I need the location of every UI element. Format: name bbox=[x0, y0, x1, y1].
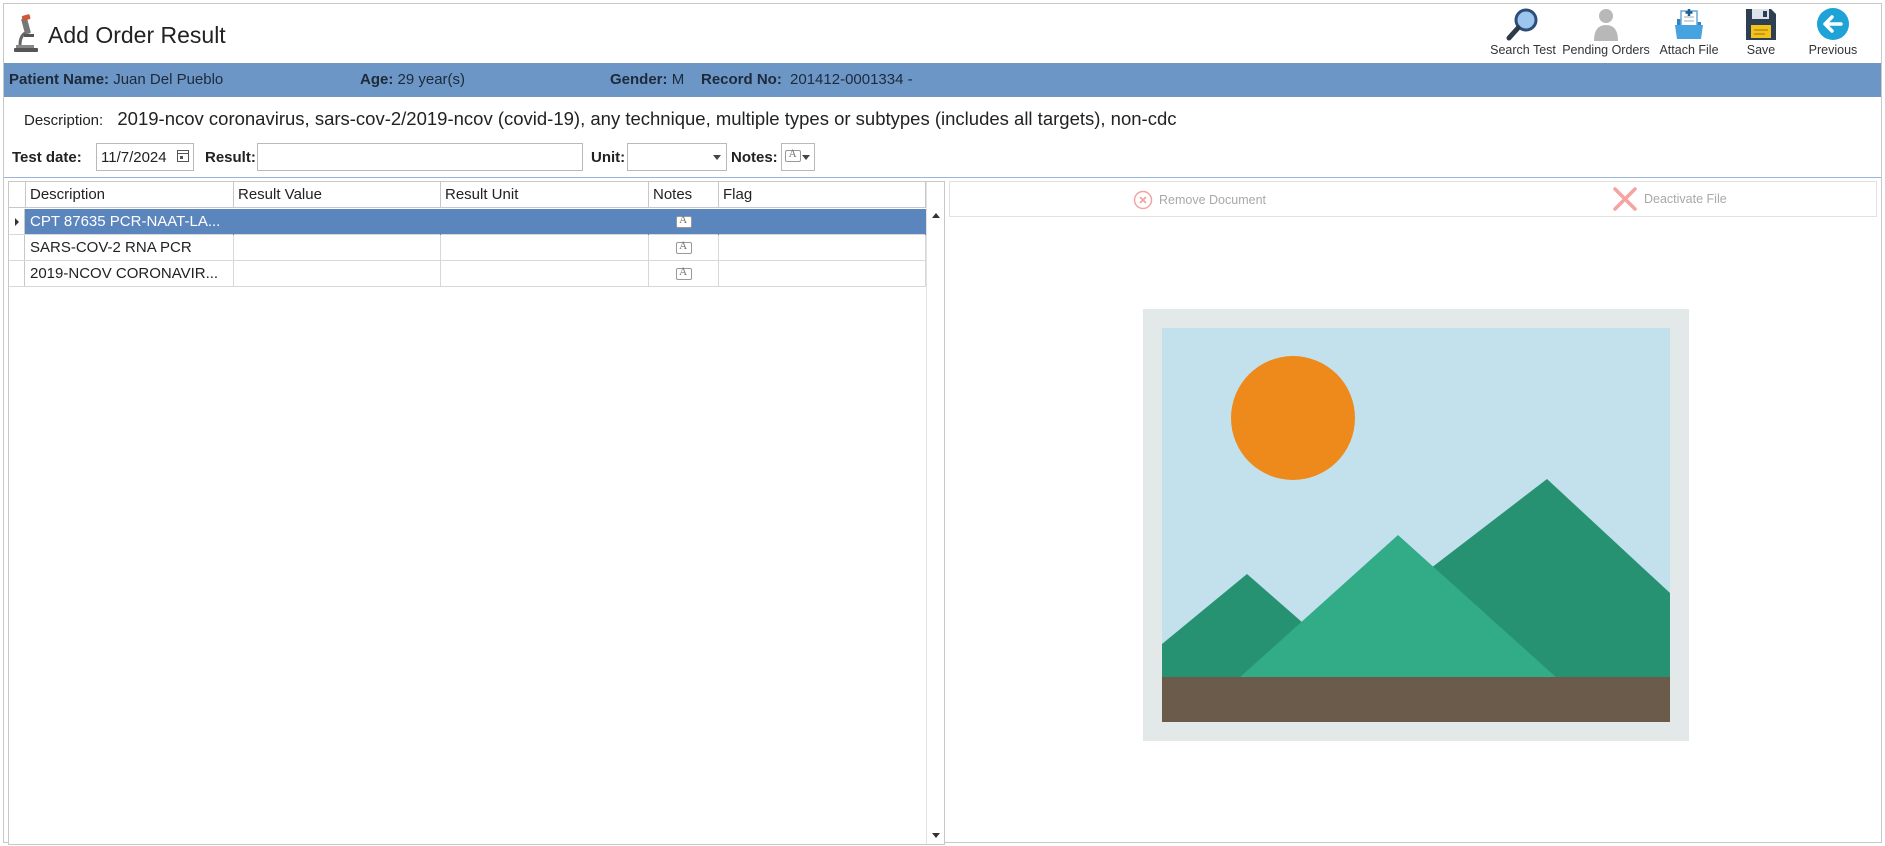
patient-record-value: 201412-0001334 - bbox=[790, 71, 913, 88]
search-test-label: Search Test bbox=[1490, 43, 1556, 57]
page-title: Add Order Result bbox=[48, 22, 226, 48]
deactivate-file-button[interactable]: Deactivate File bbox=[1612, 186, 1727, 212]
notes-icon bbox=[785, 149, 801, 162]
row-indicator bbox=[9, 261, 25, 286]
patient-name-value: Juan Del Pueblo bbox=[113, 71, 224, 88]
notes-icon[interactable] bbox=[675, 215, 692, 228]
chevron-down-icon bbox=[713, 155, 721, 160]
patient-name-label: Patient Name: bbox=[9, 71, 110, 88]
cell-description[interactable]: SARS-COV-2 RNA PCR bbox=[26, 235, 234, 261]
divider bbox=[4, 177, 1881, 178]
patient-gender-label: Gender: bbox=[610, 71, 668, 88]
cell-description[interactable]: 2019-NCOV CORONAVIR... bbox=[26, 261, 234, 287]
patient-age: Age: 29 year(s) bbox=[360, 71, 465, 88]
row-indicator-header bbox=[9, 182, 26, 208]
back-arrow-icon bbox=[1813, 6, 1853, 42]
column-header-result-unit[interactable]: Result Unit bbox=[441, 182, 649, 208]
cell-flag[interactable] bbox=[719, 261, 926, 287]
patient-age-label: Age: bbox=[360, 71, 394, 88]
column-header-flag[interactable]: Flag bbox=[719, 182, 926, 208]
caret-right-icon bbox=[15, 218, 19, 226]
app-window: Add Order Result Search Test Pending Ord… bbox=[3, 3, 1882, 845]
document-panel: Remove Document Deactivate File bbox=[949, 181, 1879, 845]
cell-result-unit[interactable] bbox=[441, 235, 649, 261]
attach-file-button[interactable]: Attach File bbox=[1649, 6, 1729, 62]
toolbar: Search Test Pending Orders Attach File S… bbox=[1483, 6, 1873, 62]
patient-age-value: 29 year(s) bbox=[397, 71, 466, 88]
unit-select[interactable] bbox=[627, 143, 727, 171]
microscope-icon bbox=[10, 12, 42, 54]
description-value: 2019-ncov coronavirus, sars-cov-2/2019-n… bbox=[117, 108, 1177, 129]
scroll-up-arrow-icon[interactable] bbox=[932, 213, 940, 218]
floppy-disk-icon bbox=[1741, 6, 1781, 42]
table-row[interactable]: SARS-COV-2 RNA PCR bbox=[9, 235, 926, 261]
image-placeholder-icon bbox=[1143, 309, 1689, 741]
previous-label: Previous bbox=[1808, 43, 1858, 57]
row-indicator bbox=[9, 209, 25, 234]
description-label: Description: bbox=[24, 112, 104, 129]
scroll-down-arrow-icon[interactable] bbox=[932, 833, 940, 838]
cell-description[interactable]: CPT 87635 PCR-NAAT-LA... bbox=[26, 209, 234, 235]
chevron-down-icon bbox=[802, 155, 810, 160]
results-grid: Description Result Value Result Unit Not… bbox=[8, 181, 945, 845]
cell-flag[interactable] bbox=[719, 209, 926, 235]
column-header-notes[interactable]: Notes bbox=[649, 182, 719, 208]
cell-result-unit[interactable] bbox=[441, 209, 649, 235]
patient-record: Record No: 201412-0001334 - bbox=[701, 71, 913, 88]
patient-name: Patient Name: Juan Del Pueblo bbox=[9, 71, 223, 88]
unit-label: Unit: bbox=[591, 149, 626, 166]
person-icon bbox=[1586, 6, 1626, 42]
patient-gender-value: M bbox=[671, 71, 685, 88]
save-label: Save bbox=[1746, 43, 1776, 57]
save-button[interactable]: Save bbox=[1729, 6, 1793, 62]
cell-result-value[interactable] bbox=[234, 261, 441, 287]
test-date-value: 11/7/2024 bbox=[101, 149, 167, 166]
table-row[interactable]: CPT 87635 PCR-NAAT-LA... bbox=[9, 209, 926, 235]
document-toolbar: Remove Document Deactivate File bbox=[949, 181, 1877, 217]
vertical-scrollbar[interactable] bbox=[926, 182, 944, 844]
magnifier-icon bbox=[1503, 6, 1543, 42]
column-header-result-value[interactable]: Result Value bbox=[234, 182, 441, 208]
pending-orders-label: Pending Orders bbox=[1562, 43, 1650, 57]
description-row: Description: 2019-ncov coronavirus, sars… bbox=[24, 108, 1177, 130]
notes-icon[interactable] bbox=[675, 241, 692, 254]
close-x-icon bbox=[1613, 187, 1637, 211]
cell-notes[interactable] bbox=[649, 209, 719, 235]
column-header-description[interactable]: Description bbox=[26, 182, 234, 208]
notes-label: Notes: bbox=[731, 149, 778, 166]
result-label: Result: bbox=[205, 149, 256, 166]
result-input[interactable] bbox=[257, 143, 583, 171]
patient-record-label: Record No: bbox=[701, 71, 782, 88]
attach-file-icon bbox=[1669, 6, 1709, 42]
remove-circle-icon bbox=[1133, 190, 1153, 210]
notes-icon[interactable] bbox=[675, 267, 692, 280]
patient-info-bar: Patient Name: Juan Del Pueblo Age: 29 ye… bbox=[4, 63, 1881, 97]
test-date-field[interactable]: 11/7/2024 bbox=[96, 143, 194, 171]
attach-file-label: Attach File bbox=[1659, 43, 1719, 57]
cell-result-value[interactable] bbox=[234, 209, 441, 235]
previous-button[interactable]: Previous bbox=[1793, 6, 1873, 62]
calendar-icon[interactable] bbox=[177, 150, 189, 162]
test-date-label: Test date: bbox=[12, 149, 82, 166]
remove-document-button[interactable]: Remove Document bbox=[1133, 190, 1266, 210]
cell-result-value[interactable] bbox=[234, 235, 441, 261]
remove-document-label: Remove Document bbox=[1159, 193, 1266, 207]
row-indicator bbox=[9, 235, 25, 260]
deactivate-file-label: Deactivate File bbox=[1644, 192, 1727, 206]
cell-result-unit[interactable] bbox=[441, 261, 649, 287]
result-form: Test date: 11/7/2024 Result: Unit: Notes… bbox=[10, 142, 1870, 172]
cell-notes[interactable] bbox=[649, 235, 719, 261]
cell-flag[interactable] bbox=[719, 235, 926, 261]
pending-orders-button[interactable]: Pending Orders bbox=[1562, 6, 1650, 62]
cell-notes[interactable] bbox=[649, 261, 719, 287]
search-test-button[interactable]: Search Test bbox=[1483, 6, 1563, 62]
grid-header: Description Result Value Result Unit Not… bbox=[9, 182, 926, 208]
table-row[interactable]: 2019-NCOV CORONAVIR... bbox=[9, 261, 926, 287]
patient-gender: Gender: M bbox=[610, 71, 684, 88]
notes-dropdown[interactable] bbox=[781, 143, 815, 171]
header: Add Order Result Search Test Pending Ord… bbox=[4, 4, 1881, 62]
